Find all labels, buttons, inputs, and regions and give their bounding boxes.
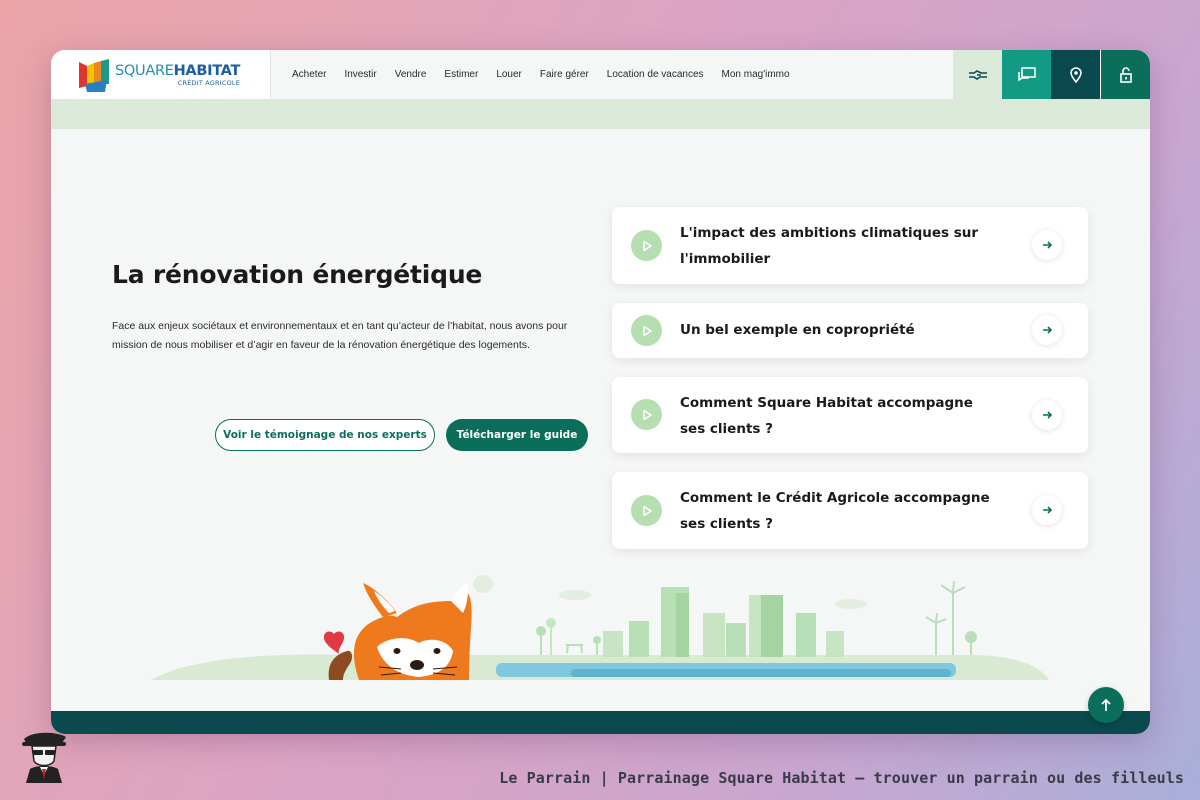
experts-testimony-button[interactable]: Voir le témoignage de nos experts	[215, 419, 435, 451]
square-habitat-logo-icon	[79, 59, 109, 92]
account-button[interactable]	[1101, 50, 1150, 99]
arrow-up-icon	[1101, 698, 1111, 711]
page-description: Face aux enjeux sociétaux et environneme…	[112, 320, 568, 351]
logo-name-light: SQUARE	[115, 63, 174, 79]
footer-bar	[51, 711, 1150, 734]
video-card-title: Un bel exemple en copropriété	[680, 322, 915, 338]
page-title: La rénovation énergétique	[112, 260, 483, 289]
fox-city-illustration	[151, 575, 1049, 680]
browser-window: SQUAREHABITAT CRÉDIT AGRICOLE Acheter In…	[51, 50, 1150, 734]
nav-item-louer[interactable]: Louer	[496, 69, 522, 80]
video-card[interactable]: L'impact des ambitions climatiques sur l…	[612, 207, 1088, 284]
mafioso-avatar-icon	[22, 732, 66, 783]
scroll-to-top-button[interactable]	[1088, 687, 1124, 723]
nav-item-acheter[interactable]: Acheter	[292, 69, 326, 80]
contact-button[interactable]	[1002, 50, 1051, 99]
logo-name-bold: HABITAT	[173, 63, 241, 79]
header-band	[51, 99, 1150, 129]
video-card[interactable]: Comment le Crédit Agricole accompagne se…	[612, 472, 1088, 549]
handshake-icon	[968, 69, 987, 80]
video-card[interactable]: Un bel exemple en copropriété	[612, 303, 1088, 358]
logo-subtitle: CRÉDIT AGRICOLE	[177, 79, 241, 87]
partner-button[interactable]	[953, 50, 1002, 99]
arrow-right-icon[interactable]	[1032, 230, 1062, 260]
nav-item-mon-mag-immo[interactable]: Mon mag'immo	[722, 69, 790, 80]
play-icon	[631, 399, 662, 430]
video-card-title: Comment le Crédit Agricole accompagne se…	[680, 490, 990, 532]
nav-item-vendre[interactable]: Vendre	[395, 69, 427, 80]
page-caption: Le Parrain | Parrainage Square Habitat —…	[499, 769, 1184, 787]
arrow-right-icon[interactable]	[1032, 400, 1062, 430]
logo-wordmark: SQUAREHABITAT CRÉDIT AGRICOLE	[115, 64, 240, 87]
lock-icon	[1119, 66, 1132, 83]
video-card[interactable]: Comment Square Habitat accompagne ses cl…	[612, 377, 1088, 453]
chat-icon	[1017, 66, 1036, 81]
location-pin-icon	[1069, 66, 1082, 83]
nav-item-estimer[interactable]: Estimer	[444, 69, 478, 80]
video-card-title: Comment Square Habitat accompagne ses cl…	[680, 395, 973, 437]
play-icon	[631, 495, 662, 526]
download-guide-button[interactable]: Télécharger le guide	[446, 419, 588, 451]
agencies-button[interactable]	[1051, 50, 1100, 99]
arrow-right-icon[interactable]	[1032, 315, 1062, 345]
nav-item-location-vacances[interactable]: Location de vacances	[607, 69, 704, 80]
logo[interactable]: SQUAREHABITAT CRÉDIT AGRICOLE	[51, 50, 271, 99]
play-icon	[631, 230, 662, 261]
main-nav: Acheter Investir Vendre Estimer Louer Fa…	[292, 50, 808, 99]
nav-item-investir[interactable]: Investir	[344, 69, 376, 80]
arrow-right-icon[interactable]	[1032, 495, 1062, 525]
nav-item-faire-gerer[interactable]: Faire gérer	[540, 69, 589, 80]
video-card-title: L'impact des ambitions climatiques sur l…	[680, 225, 979, 267]
site-header: SQUAREHABITAT CRÉDIT AGRICOLE Acheter In…	[51, 50, 1150, 99]
play-icon	[631, 315, 662, 346]
